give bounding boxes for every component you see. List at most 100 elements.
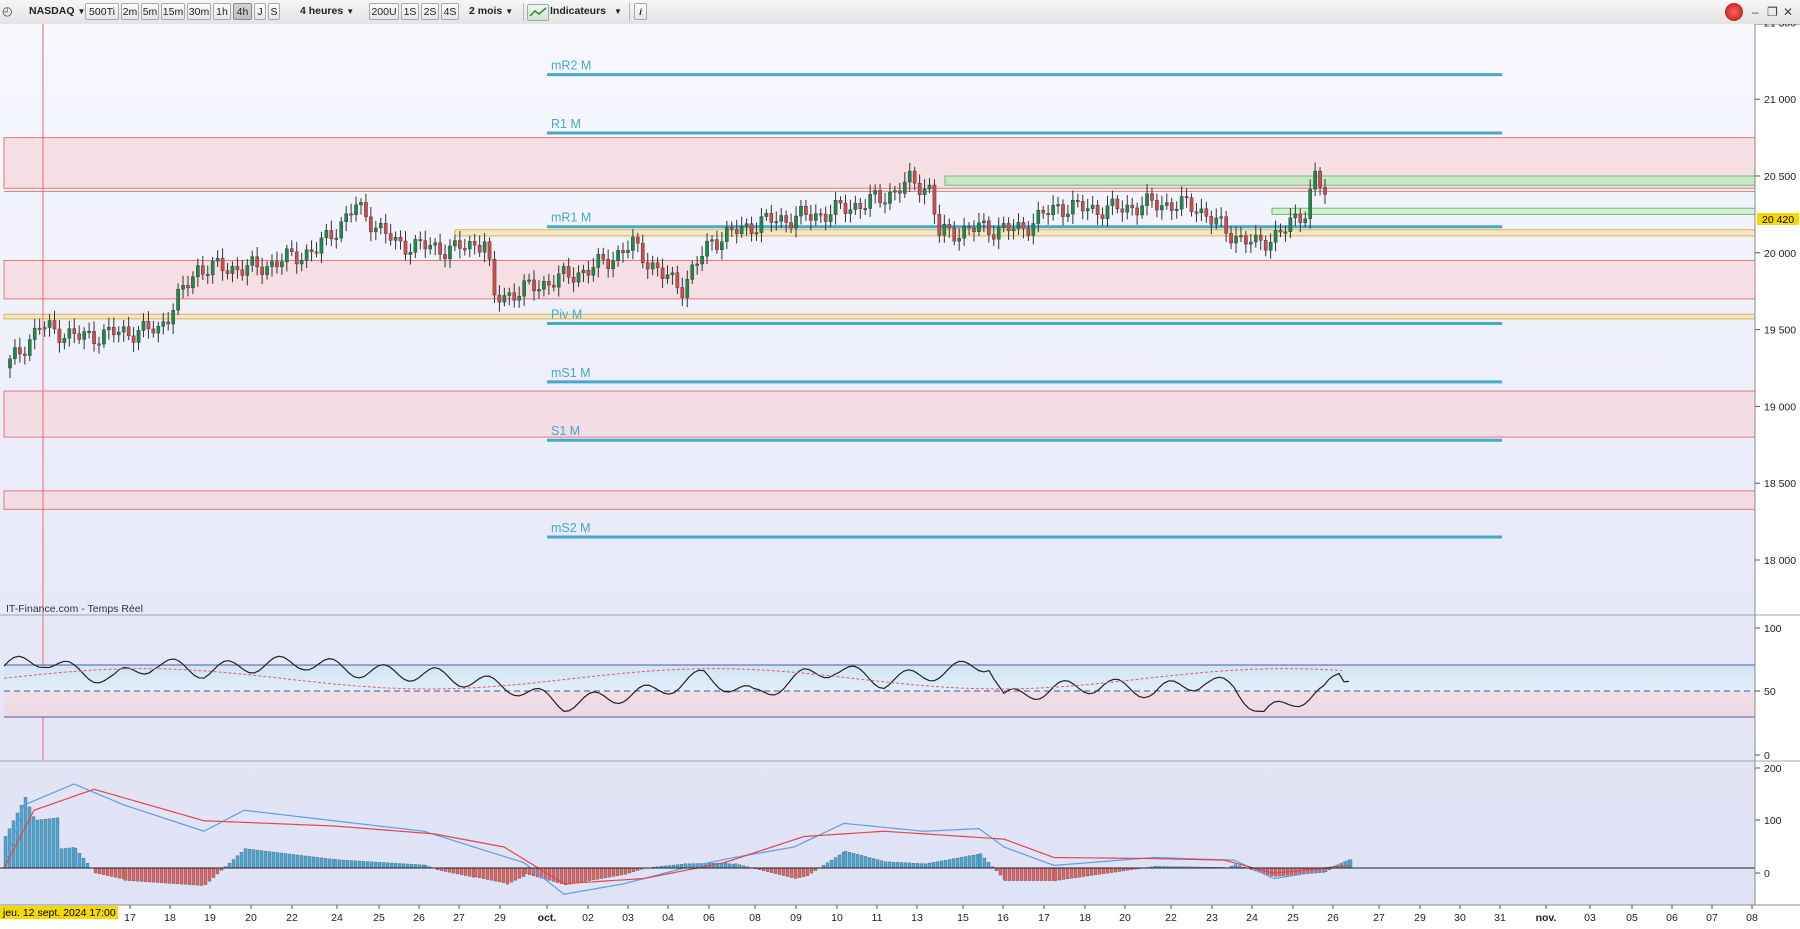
macd-histogram-bar bbox=[235, 855, 240, 869]
macd-histogram-bar bbox=[287, 853, 292, 869]
candle-body bbox=[270, 261, 274, 267]
candle-body bbox=[1006, 223, 1011, 232]
candle-body bbox=[260, 266, 264, 275]
minimize-icon[interactable]: – bbox=[1752, 5, 1759, 19]
indicator-axes: 1005002001000 bbox=[1755, 623, 1782, 880]
symbol-select[interactable]: NASDAQ ▼ bbox=[15, 3, 85, 20]
macd-histogram-bar bbox=[777, 867, 782, 875]
restore-icon[interactable]: ❐ bbox=[1767, 5, 1778, 19]
macd-histogram-bar bbox=[1057, 867, 1062, 881]
macd-histogram-bar bbox=[247, 848, 252, 869]
candle-body bbox=[556, 273, 561, 288]
macd-histogram-bar bbox=[675, 864, 680, 869]
candle-body bbox=[1303, 218, 1308, 224]
candle-body bbox=[774, 221, 779, 224]
macd-histogram-bar bbox=[467, 867, 472, 877]
candle-body bbox=[1110, 198, 1115, 206]
info-icon[interactable]: i bbox=[634, 3, 647, 20]
interval-1h[interactable]: 1h bbox=[213, 3, 231, 20]
candle-body bbox=[640, 243, 645, 263]
candle-body bbox=[967, 226, 971, 229]
candle-body bbox=[265, 266, 269, 275]
interval-week[interactable]: S bbox=[268, 3, 280, 20]
macd-histogram-bar bbox=[345, 860, 350, 869]
macd-histogram-bar bbox=[1109, 867, 1114, 873]
refresh-icon[interactable] bbox=[1725, 3, 1743, 21]
candle-body bbox=[1130, 204, 1134, 209]
candle-body bbox=[621, 250, 625, 253]
candle-body bbox=[952, 227, 957, 242]
units-1s[interactable]: 1S bbox=[401, 3, 419, 20]
units-2s[interactable]: 2S bbox=[421, 3, 439, 20]
indicators-icon[interactable] bbox=[527, 4, 549, 21]
units-200u[interactable]: 200U bbox=[369, 3, 399, 20]
interval-day[interactable]: J bbox=[254, 3, 266, 20]
interval-30m[interactable]: 30m bbox=[187, 3, 211, 20]
units-4s[interactable]: 4S bbox=[441, 3, 459, 20]
macd-histogram-bar bbox=[1117, 867, 1122, 872]
support-zone bbox=[944, 175, 1756, 186]
tick-button[interactable]: 500Ti bbox=[85, 3, 119, 20]
candle-body bbox=[433, 242, 437, 246]
period-select[interactable]: 4 heures ▼ bbox=[300, 3, 364, 20]
candle-body bbox=[838, 199, 843, 204]
candle-body bbox=[374, 227, 378, 233]
resistance-zone bbox=[3, 490, 1756, 510]
range-select[interactable]: 2 mois ▼ bbox=[469, 3, 525, 20]
candle-body bbox=[937, 213, 942, 236]
candle-body bbox=[645, 262, 650, 270]
macd-histogram-bar bbox=[443, 867, 448, 872]
candle-body bbox=[477, 245, 482, 253]
candle-body bbox=[37, 327, 42, 330]
interval-15m[interactable]: 15m bbox=[161, 3, 185, 20]
candle-body bbox=[957, 237, 961, 242]
candle-body bbox=[181, 285, 185, 290]
candle-body bbox=[255, 256, 259, 268]
macd-histogram-bar bbox=[631, 867, 636, 872]
macd-histogram-bar bbox=[447, 867, 452, 873]
candle-body bbox=[57, 328, 62, 343]
macd-histogram-bar bbox=[113, 867, 118, 878]
candle-body bbox=[423, 240, 428, 250]
candle-body bbox=[675, 272, 680, 288]
macd-histogram-bar bbox=[315, 857, 320, 869]
macd-histogram-bar bbox=[859, 855, 864, 869]
candle-body bbox=[1036, 209, 1041, 224]
macd-histogram-bar bbox=[903, 862, 908, 869]
macd-histogram-bar bbox=[955, 857, 960, 869]
interval-4h[interactable]: 4h bbox=[233, 3, 252, 20]
candle-body bbox=[1298, 213, 1303, 224]
candle-body bbox=[512, 292, 517, 301]
macd-histogram-bar bbox=[971, 854, 976, 869]
interval-2m[interactable]: 2m bbox=[121, 3, 139, 20]
candle-body bbox=[833, 199, 838, 215]
macd-histogram-bar bbox=[1047, 867, 1052, 881]
macd-histogram-bar bbox=[982, 857, 987, 869]
candle-body bbox=[749, 223, 754, 235]
candle-body bbox=[27, 339, 32, 356]
macd-histogram-bar bbox=[523, 867, 528, 874]
candle-body bbox=[715, 239, 719, 250]
candle-body bbox=[665, 274, 670, 279]
chart-area[interactable]: R2 MmR2 MR1 MmR1 MPiv MmS1 MS1 MmS2 M IT… bbox=[0, 24, 1800, 929]
candle-body bbox=[670, 272, 675, 276]
candle-body bbox=[799, 206, 803, 217]
macd-histogram-bar bbox=[603, 867, 608, 878]
close-icon[interactable]: ✕ bbox=[1783, 5, 1793, 19]
macd-histogram-bar bbox=[123, 867, 128, 881]
macd-histogram-bar bbox=[97, 867, 102, 875]
macd-histogram-bar bbox=[1015, 867, 1020, 881]
candle-body bbox=[655, 262, 660, 269]
candle-body bbox=[72, 328, 77, 334]
candle-body bbox=[136, 330, 141, 343]
candle-body bbox=[280, 261, 284, 268]
crosshair-date: jeu. 12 sept. 2024 17:00 bbox=[2, 907, 116, 919]
candle-body bbox=[680, 287, 685, 298]
interval-5m[interactable]: 5m bbox=[141, 3, 159, 20]
candle-body bbox=[818, 213, 823, 216]
date-tick-label: 31 bbox=[1494, 912, 1506, 924]
macd-histogram-bar bbox=[847, 852, 852, 869]
candle-body bbox=[294, 251, 299, 265]
indicators-menu[interactable]: Indicateurs ▼ bbox=[550, 3, 626, 20]
macd-histogram-bar bbox=[485, 867, 490, 880]
